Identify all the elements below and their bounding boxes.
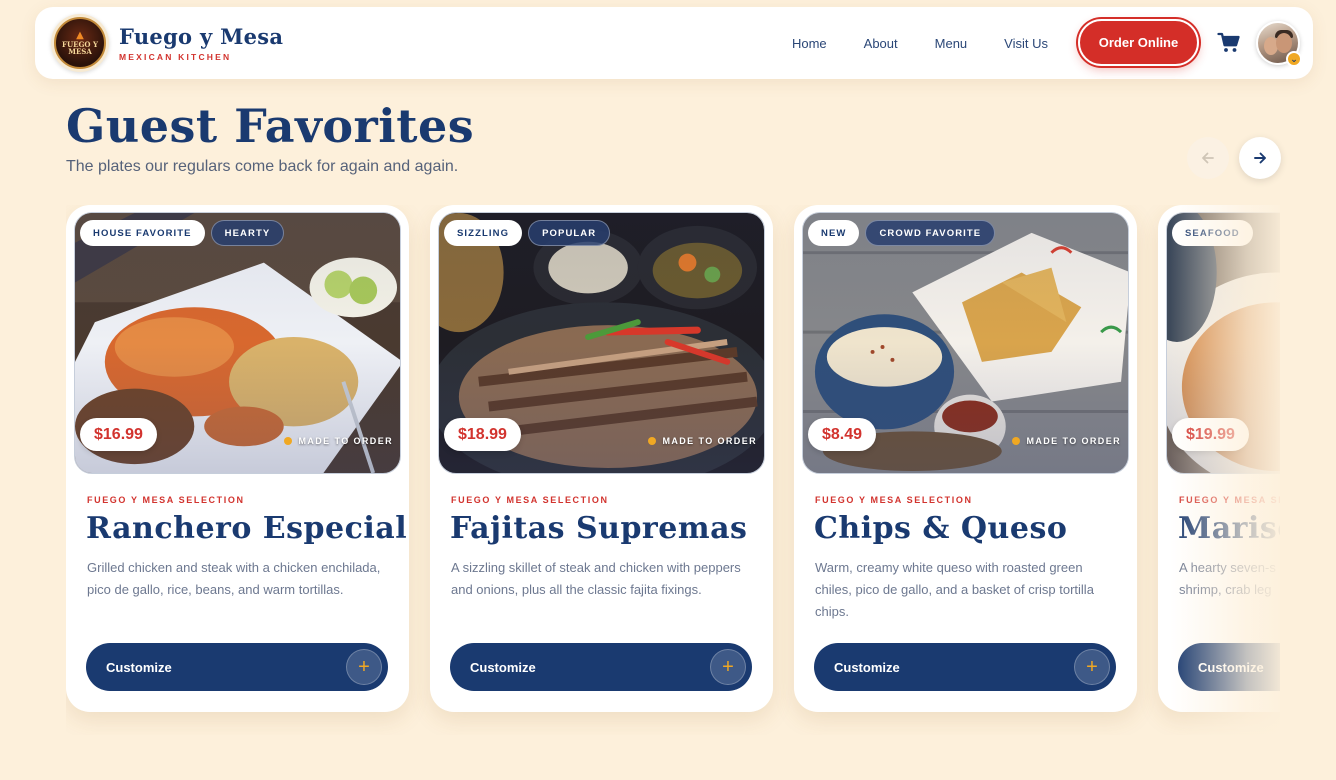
carousel-prev-button[interactable] <box>1187 137 1229 179</box>
price-badge: $16.99 <box>80 418 157 451</box>
section-title: Guest Favorites <box>66 99 475 153</box>
card-eyebrow: FUEGO Y MESA SELECTION <box>87 495 245 505</box>
chevron-down-icon[interactable]: ⌄ <box>1286 51 1302 67</box>
arrow-right-icon <box>1254 152 1266 164</box>
customize-label: Customize <box>470 659 536 675</box>
tag-badge: CROWD FAVORITE <box>865 220 996 246</box>
dish-tags: SEAFOOD <box>1172 220 1253 246</box>
tag-badge: HOUSE FAVORITE <box>80 220 205 246</box>
tag-badge: POPULAR <box>528 220 611 246</box>
plus-icon: + <box>346 649 382 685</box>
customize-button[interactable]: Customize + <box>814 643 1116 691</box>
customize-label: Customize <box>1198 659 1264 675</box>
status-dot-icon <box>1012 437 1021 445</box>
arrow-left-icon <box>1202 152 1214 164</box>
dish-card-fajitas[interactable]: SIZZLING POPULAR $18.99 MADE TO ORDER FU… <box>430 205 773 712</box>
dish-name: Ranchero Especial <box>86 511 408 546</box>
dish-name: Chips & Queso <box>814 511 1068 546</box>
price-badge: $18.99 <box>444 418 521 451</box>
logo-text: FUEGO Y MESA <box>62 39 98 56</box>
status-label: MADE TO ORDER <box>662 436 757 446</box>
dish-name: Mariso <box>1178 511 1280 546</box>
dish-card-ranchero[interactable]: HOUSE FAVORITE HEARTY $16.99 MADE TO ORD… <box>66 205 409 712</box>
brand-tagline: MEXICAN KITCHEN <box>119 52 232 62</box>
brand-logo[interactable]: ▲ FUEGO Y MESA <box>51 14 109 72</box>
made-to-order-indicator: MADE TO ORDER <box>1012 436 1121 446</box>
order-online-button[interactable]: Order Online <box>1078 19 1199 66</box>
status-label: MADE TO ORDER <box>1026 436 1121 446</box>
plus-icon: + <box>1074 649 1110 685</box>
customize-label: Customize <box>106 659 172 675</box>
dish-description: Grilled chicken and steak with a chicken… <box>87 560 381 597</box>
customize-button[interactable]: Customize + <box>86 643 388 691</box>
dish-tags: SIZZLING POPULAR <box>444 220 611 246</box>
brand-block[interactable]: Fuego y Mesa MEXICAN KITCHEN <box>119 24 284 63</box>
section-subtitle: The plates our regulars come back for ag… <box>66 158 459 175</box>
tag-badge: SEAFOOD <box>1172 220 1253 246</box>
status-dot-icon <box>284 437 293 445</box>
price-badge: $8.49 <box>808 418 877 451</box>
price-badge: $19.99 <box>1172 418 1249 451</box>
status-dot-icon <box>648 437 657 445</box>
avatar-photo-face <box>1276 33 1292 53</box>
dish-tags: NEW CROWD FAVORITE <box>808 220 996 246</box>
customize-button[interactable]: Customize + <box>450 643 752 691</box>
status-label: MADE TO ORDER <box>298 436 393 446</box>
site-header: ▲ FUEGO Y MESA Fuego y Mesa MEXICAN KITC… <box>35 7 1313 79</box>
main-nav: Home About Menu Visit Us <box>792 7 1048 79</box>
nav-link-menu[interactable]: Menu <box>935 36 968 51</box>
dish-description: Warm, creamy white queso with roasted gr… <box>815 560 1094 619</box>
plus-icon: + <box>710 649 746 685</box>
card-eyebrow: FUEGO Y MESA SELECTION <box>815 495 973 505</box>
tag-badge: HEARTY <box>210 220 285 246</box>
dish-description: A sizzling skillet of steak and chicken … <box>451 560 741 597</box>
card-eyebrow: FUEGO Y MESA SE <box>1179 495 1280 505</box>
dish-card-chips-queso[interactable]: NEW CROWD FAVORITE $8.49 MADE TO ORDER F… <box>794 205 1137 712</box>
nav-link-about[interactable]: About <box>864 36 898 51</box>
made-to-order-indicator: MADE TO ORDER <box>648 436 757 446</box>
logo-emblem: ▲ FUEGO Y MESA <box>54 17 106 69</box>
customize-label: Customize <box>834 659 900 675</box>
tag-badge: SIZZLING <box>444 220 523 246</box>
dish-name: Fajitas Supremas <box>450 511 748 546</box>
cart-icon[interactable] <box>1217 31 1241 55</box>
nav-link-home[interactable]: Home <box>792 36 827 51</box>
carousel-next-button[interactable] <box>1239 137 1281 179</box>
card-eyebrow: FUEGO Y MESA SELECTION <box>451 495 609 505</box>
user-avatar[interactable]: ⌄ <box>1256 21 1302 67</box>
tag-badge: NEW <box>808 220 860 246</box>
favorites-carousel: HOUSE FAVORITE HEARTY $16.99 MADE TO ORD… <box>66 205 1280 735</box>
dish-tags: HOUSE FAVORITE HEARTY <box>80 220 285 246</box>
made-to-order-indicator: MADE TO ORDER <box>284 436 393 446</box>
nav-link-visit-us[interactable]: Visit Us <box>1004 36 1048 51</box>
dish-description: A hearty seven-s shrimp, crab leg <box>1179 560 1276 597</box>
dish-card-mariscos[interactable]: SEAFOOD $19.99 FUEGO Y MESA SE Mariso A … <box>1158 205 1280 712</box>
customize-button[interactable]: Customize <box>1178 643 1280 691</box>
brand-name: Fuego y Mesa <box>119 24 284 49</box>
